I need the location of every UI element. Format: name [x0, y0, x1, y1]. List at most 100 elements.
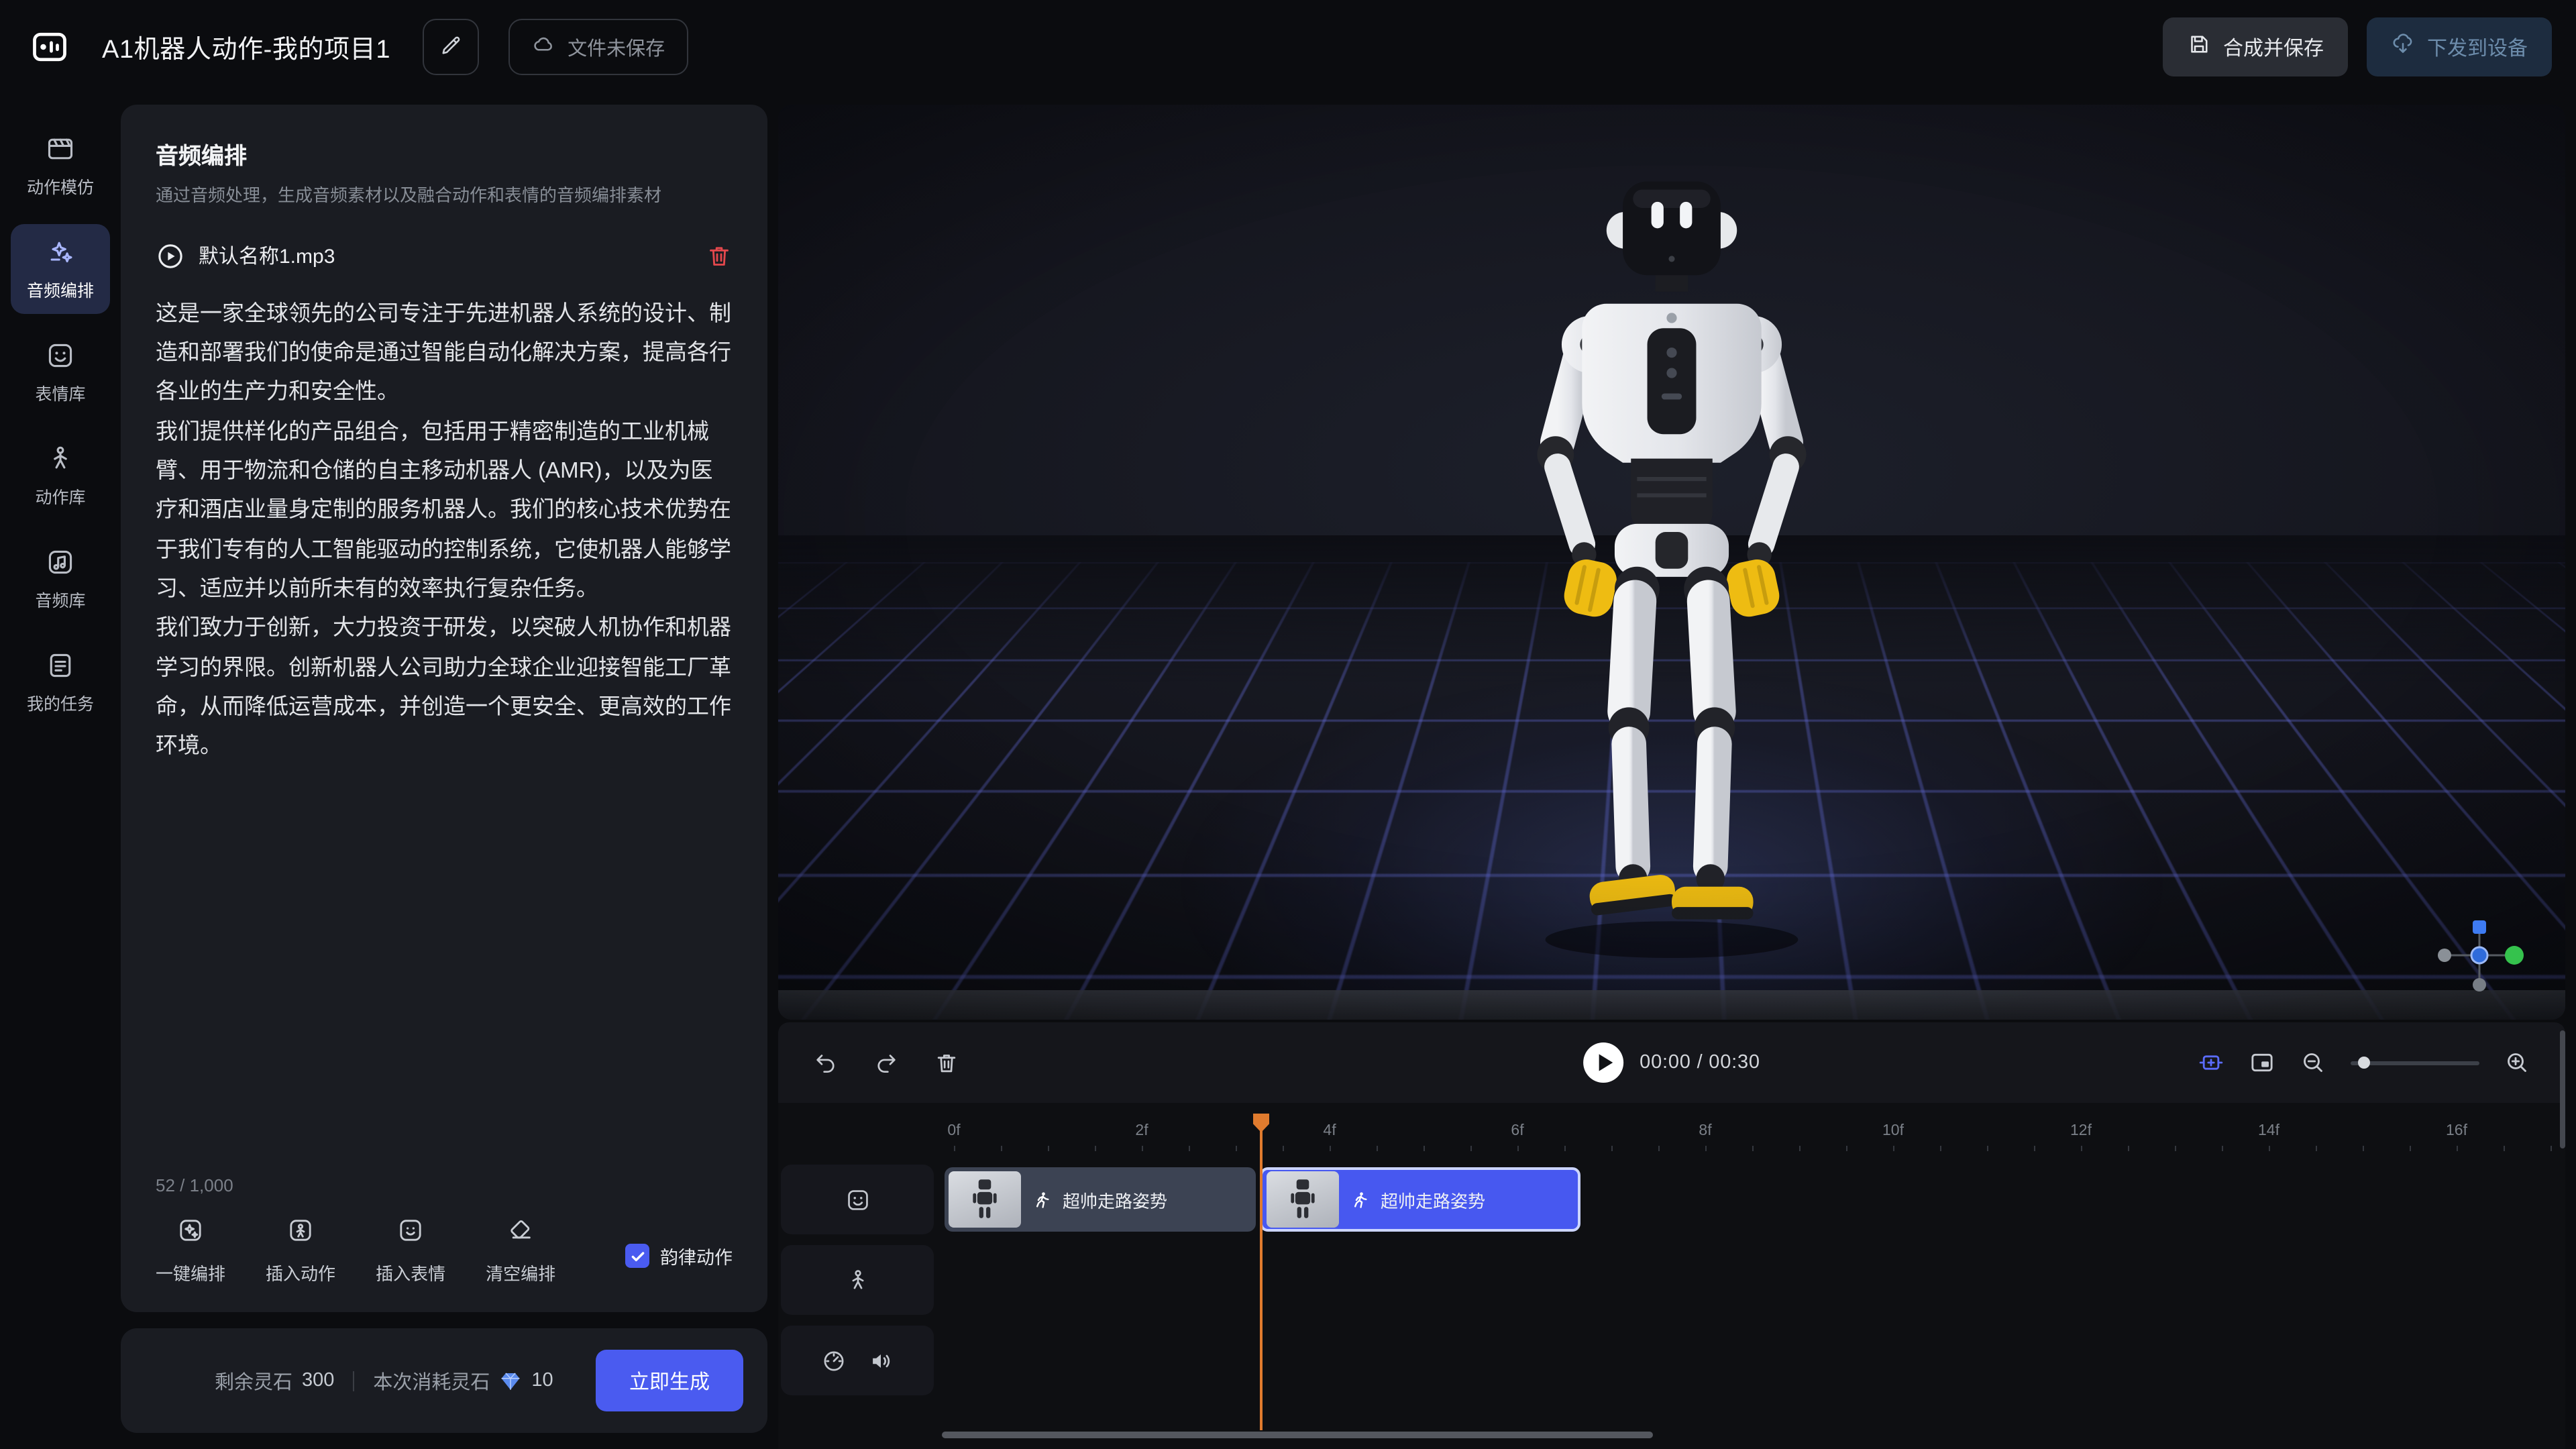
vertical-scrollbar[interactable] — [2560, 1030, 2565, 1148]
sidebar-item-motion-library[interactable]: 动作库 — [11, 431, 110, 521]
redo-icon[interactable] — [873, 1050, 899, 1075]
transcript-text[interactable]: 这是一家全球领先的公司专注于先进机器人系统的设计、制造和部署我们的使命是通过智能… — [156, 294, 733, 767]
app-window: A1机器人动作-我的项目1 文件未保存 合成并保存 下发到设备 动作模仿音频编排… — [0, 0, 2576, 1449]
undo-icon[interactable] — [813, 1050, 839, 1075]
track-display-icon[interactable] — [2249, 1049, 2275, 1076]
ruler-tick: 2f — [1135, 1123, 1148, 1139]
transcript-paragraph: 我们致力于创新，大力投资于研发，以突破人机协作和机器学习的界限。创新机器人公司助… — [156, 610, 733, 767]
expression-track-header[interactable] — [781, 1165, 934, 1234]
one-click-arrange-button[interactable]: 一键编排 — [156, 1217, 225, 1285]
cloud-download-icon — [2391, 32, 2415, 62]
project-title: A1机器人动作-我的项目1 — [102, 29, 390, 65]
timeline-tracks[interactable]: 0f2f4f6f8f10f12f14f16f 超帅走路姿势超帅走路姿势 — [942, 1114, 2565, 1449]
clapperboard-icon — [46, 134, 75, 164]
delete-audio-icon[interactable] — [706, 242, 733, 269]
save-icon — [2187, 32, 2211, 62]
tool-label: 一键编排 — [156, 1260, 225, 1285]
zoom-in-icon[interactable] — [2504, 1049, 2530, 1076]
speed-dial-icon[interactable] — [821, 1348, 847, 1373]
audio-file-name: 默认名称1.mp3 — [199, 241, 335, 270]
ruler-tick: 8f — [1699, 1123, 1711, 1139]
motion-track-icon — [845, 1267, 870, 1293]
cloud-icon — [531, 32, 555, 62]
ruler-tick: 10f — [1882, 1123, 1904, 1139]
char-counter: 52 / 1,000 — [156, 1175, 733, 1195]
ruler-tick: 0f — [947, 1123, 960, 1139]
unsaved-status[interactable]: 文件未保存 — [508, 19, 688, 75]
sidebar-item-my-tasks[interactable]: 我的任务 — [11, 637, 110, 727]
sidebar-item-label: 表情库 — [35, 380, 85, 405]
transcript-paragraph: 这是一家全球领先的公司专注于先进机器人系统的设计、制造和部署我们的使命是通过智能… — [156, 294, 733, 413]
timeline-ruler[interactable]: 0f2f4f6f8f10f12f14f16f — [942, 1114, 2565, 1154]
audio-play-icon[interactable] — [156, 241, 185, 270]
timeline: 0f2f4f6f8f10f12f14f16f 超帅走路姿势超帅走路姿势 — [778, 1103, 2565, 1449]
save-button[interactable]: 合成并保存 — [2163, 17, 2348, 76]
track-row-1[interactable]: 超帅走路姿势 超帅走路姿势 — [942, 1165, 2565, 1234]
walking-pose-icon — [1032, 1189, 1052, 1210]
audio-arrange-icon — [46, 237, 75, 267]
rhythm-checkbox[interactable] — [625, 1244, 649, 1268]
clip-thumbnail — [1267, 1171, 1339, 1228]
track-row-3[interactable] — [942, 1326, 2565, 1395]
face-track-icon — [845, 1187, 870, 1212]
ruler-tick: 14f — [2258, 1123, 2279, 1139]
deploy-button[interactable]: 下发到设备 — [2367, 17, 2552, 76]
insert-motion-button[interactable]: 插入动作 — [266, 1217, 335, 1285]
timeline-zoom-slider[interactable] — [2351, 1061, 2479, 1065]
ruler-tick: 16f — [2446, 1123, 2467, 1139]
timeline-horizontal-scrollbar[interactable] — [942, 1432, 1653, 1438]
walking-pose-icon — [1350, 1189, 1370, 1210]
audio-track-header[interactable] — [781, 1326, 934, 1395]
sidebar-item-label: 音频库 — [35, 586, 85, 612]
timeline-clip-selected[interactable]: 超帅走路姿势 — [1260, 1167, 1580, 1232]
timeline-clip[interactable]: 超帅走路姿势 — [945, 1167, 1256, 1232]
edit-title-button[interactable] — [423, 19, 479, 75]
rhythm-motion-toggle[interactable]: 韵律动作 — [625, 1242, 733, 1285]
divider — [353, 1371, 354, 1391]
left-column: 音频编排 通过音频处理，生成音频素材以及融合动作和表情的音频编排素材 默认名称1… — [121, 105, 767, 1449]
topbar: A1机器人动作-我的项目1 文件未保存 合成并保存 下发到设备 — [0, 0, 2576, 94]
app-logo-icon[interactable] — [27, 27, 72, 67]
insert-expression-icon — [397, 1217, 424, 1250]
clear-arrangement-button[interactable]: 清空编排 — [486, 1217, 555, 1285]
time-display: 00:00 / 00:30 — [1640, 1052, 1760, 1073]
play-button[interactable] — [1583, 1042, 1623, 1083]
orientation-gizmo[interactable] — [2428, 918, 2530, 998]
robot-model — [1427, 157, 1916, 1020]
viewport-3d[interactable] — [778, 105, 2565, 1020]
expression-icon — [46, 341, 75, 370]
sidebar-item-audio-arrangement[interactable]: 音频编排 — [11, 224, 110, 314]
gem-icon — [499, 1369, 522, 1392]
sidebar-item-expression-library[interactable]: 表情库 — [11, 327, 110, 417]
delete-clip-icon[interactable] — [934, 1050, 959, 1075]
add-track-icon[interactable] — [2198, 1049, 2224, 1076]
panel-toolbar: 一键编排 插入动作插入表情清空编排 韵律动作 — [156, 1217, 733, 1285]
zoom-out-icon[interactable] — [2300, 1049, 2326, 1076]
unsaved-label: 文件未保存 — [568, 33, 665, 61]
playhead[interactable] — [1260, 1120, 1263, 1430]
sidebar-item-label: 动作模仿 — [27, 173, 94, 199]
panel-title: 音频编排 — [156, 137, 733, 170]
pencil-icon — [439, 33, 463, 61]
ruler-tick: 6f — [1511, 1123, 1523, 1139]
cost-stones: 本次消耗灵石 10 — [373, 1366, 553, 1395]
clip-label: 超帅走路姿势 — [1063, 1187, 1167, 1212]
motion-icon — [46, 444, 75, 474]
audio-file-row: 默认名称1.mp3 — [156, 241, 733, 270]
main-column: 00:00 / 00:30 — [778, 105, 2565, 1449]
playback-controls: 00:00 / 00:30 — [778, 1022, 2565, 1103]
sidebar-item-motion-imitation[interactable]: 动作模仿 — [11, 121, 110, 211]
remaining-stones: 剩余灵石 300 — [215, 1366, 334, 1395]
sidebar-item-audio-library[interactable]: 音频库 — [11, 534, 110, 624]
sidebar-item-label: 动作库 — [35, 483, 85, 508]
track-row-2[interactable] — [942, 1245, 2565, 1315]
motion-track-header[interactable] — [781, 1245, 934, 1315]
insert-expression-button[interactable]: 插入表情 — [376, 1217, 445, 1285]
ruler-tick: 4f — [1323, 1123, 1336, 1139]
tool-label: 清空编排 — [486, 1260, 555, 1285]
sidebar: 动作模仿音频编排表情库动作库音频库我的任务 — [0, 105, 121, 1449]
generate-button[interactable]: 立即生成 — [596, 1350, 743, 1411]
sidebar-item-label: 我的任务 — [27, 690, 94, 715]
sidebar-item-label: 音频编排 — [27, 276, 94, 302]
speaker-icon[interactable] — [868, 1348, 894, 1373]
